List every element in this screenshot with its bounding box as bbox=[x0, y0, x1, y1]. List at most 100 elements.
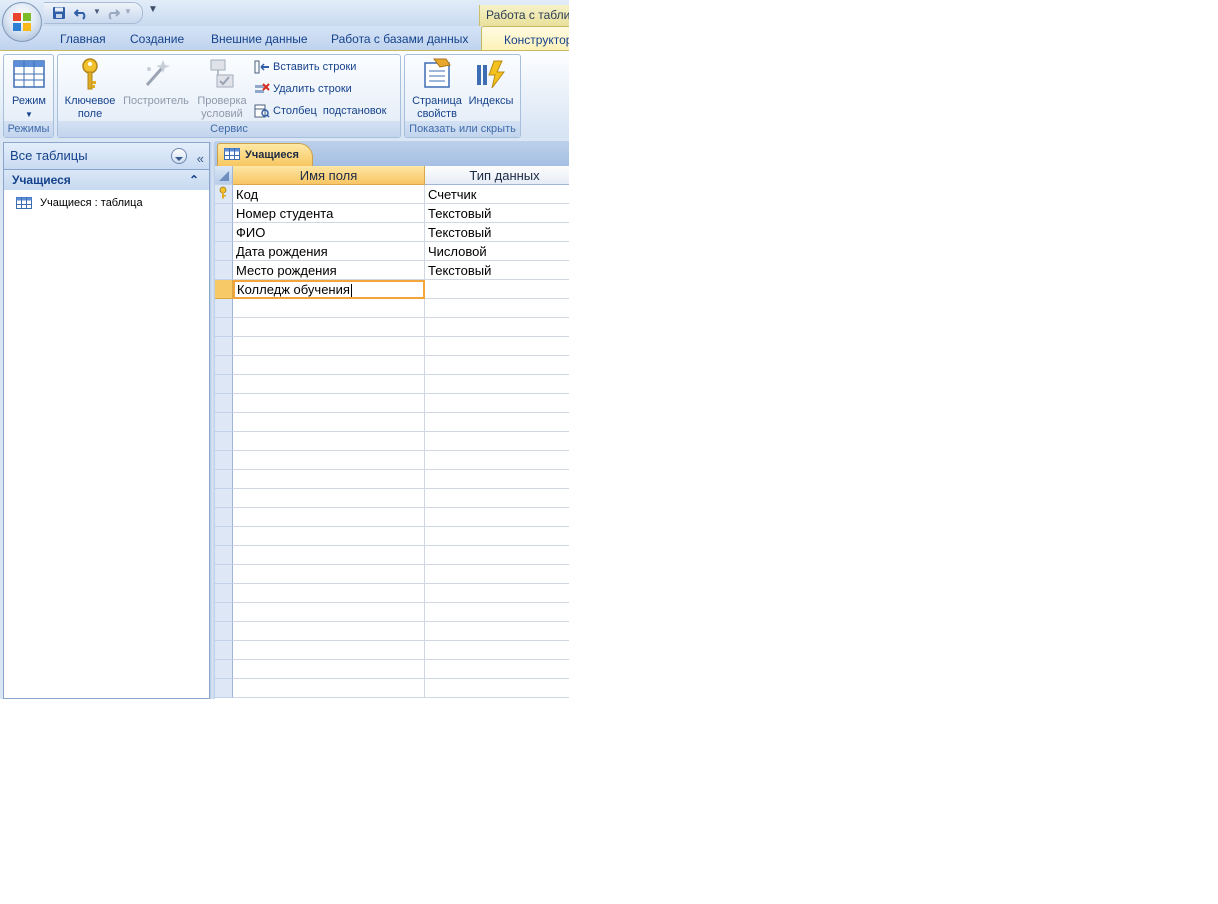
empty-row[interactable] bbox=[215, 394, 569, 413]
data-type-cell[interactable] bbox=[425, 356, 569, 375]
field-name-cell[interactable] bbox=[233, 584, 425, 603]
field-name-cell[interactable] bbox=[233, 565, 425, 584]
data-type-cell[interactable]: Текстовый bbox=[425, 261, 569, 280]
data-type-cell[interactable] bbox=[425, 622, 569, 641]
table-row[interactable]: Место рождения Текстовый bbox=[215, 261, 569, 280]
data-type-cell[interactable] bbox=[425, 470, 569, 489]
row-selector[interactable] bbox=[215, 660, 233, 679]
field-name-cell[interactable] bbox=[233, 679, 425, 698]
data-type-cell[interactable]: Числовой bbox=[425, 242, 569, 261]
data-type-cell[interactable] bbox=[425, 527, 569, 546]
field-name-cell[interactable] bbox=[233, 508, 425, 527]
field-name-cell[interactable] bbox=[233, 641, 425, 660]
empty-row[interactable] bbox=[215, 622, 569, 641]
empty-row[interactable] bbox=[215, 603, 569, 622]
row-selector[interactable] bbox=[215, 641, 233, 660]
data-type-cell[interactable] bbox=[425, 565, 569, 584]
undo-dropdown-icon[interactable]: ▼ bbox=[93, 7, 101, 16]
data-type-cell[interactable] bbox=[425, 641, 569, 660]
empty-row[interactable] bbox=[215, 546, 569, 565]
empty-row[interactable] bbox=[215, 318, 569, 337]
tab-home[interactable]: Главная bbox=[60, 32, 106, 46]
table-row[interactable]: Дата рождения Числовой bbox=[215, 242, 569, 261]
select-all-corner[interactable] bbox=[215, 166, 233, 185]
data-type-cell[interactable] bbox=[425, 280, 569, 299]
data-type-cell[interactable] bbox=[425, 413, 569, 432]
empty-row[interactable] bbox=[215, 641, 569, 660]
field-name-cell[interactable]: Код bbox=[233, 185, 425, 204]
field-name-cell[interactable]: Место рождения bbox=[233, 261, 425, 280]
row-selector[interactable] bbox=[215, 527, 233, 546]
row-selector[interactable] bbox=[215, 394, 233, 413]
field-name-cell[interactable] bbox=[233, 413, 425, 432]
field-name-cell[interactable] bbox=[233, 356, 425, 375]
row-selector[interactable] bbox=[215, 413, 233, 432]
row-selector[interactable] bbox=[215, 356, 233, 375]
empty-row[interactable] bbox=[215, 432, 569, 451]
table-row[interactable]: ФИО Текстовый bbox=[215, 223, 569, 242]
row-selector[interactable] bbox=[215, 470, 233, 489]
field-name-cell[interactable] bbox=[233, 337, 425, 356]
empty-row[interactable] bbox=[215, 413, 569, 432]
collapse-group-icon[interactable]: ⌃ bbox=[189, 170, 199, 190]
nav-pane-dropdown-icon[interactable] bbox=[171, 148, 187, 164]
data-type-cell[interactable] bbox=[425, 375, 569, 394]
empty-row[interactable] bbox=[215, 527, 569, 546]
column-header-field-name[interactable]: Имя поля bbox=[233, 166, 425, 185]
field-name-cell[interactable] bbox=[233, 318, 425, 337]
empty-row[interactable] bbox=[215, 489, 569, 508]
field-name-cell[interactable]: Дата рождения bbox=[233, 242, 425, 261]
empty-row[interactable] bbox=[215, 356, 569, 375]
empty-row[interactable] bbox=[215, 565, 569, 584]
empty-row[interactable] bbox=[215, 660, 569, 679]
field-name-cell[interactable] bbox=[233, 451, 425, 470]
data-type-cell[interactable] bbox=[425, 660, 569, 679]
view-button[interactable]: Режим ▼ bbox=[8, 57, 50, 121]
field-name-cell[interactable] bbox=[233, 489, 425, 508]
data-type-cell[interactable]: Текстовый bbox=[425, 204, 569, 223]
row-selector[interactable] bbox=[215, 622, 233, 641]
field-name-cell[interactable] bbox=[233, 660, 425, 679]
data-type-cell[interactable] bbox=[425, 546, 569, 565]
row-selector[interactable] bbox=[215, 451, 233, 470]
property-sheet-button[interactable]: Страница свойств bbox=[408, 57, 466, 121]
data-type-cell[interactable] bbox=[425, 489, 569, 508]
data-type-cell[interactable] bbox=[425, 394, 569, 413]
field-name-cell[interactable] bbox=[233, 527, 425, 546]
nav-pane-collapse-icon[interactable]: « bbox=[197, 146, 204, 172]
field-name-cell[interactable] bbox=[233, 299, 425, 318]
primary-key-button[interactable]: Ключевое поле bbox=[62, 57, 118, 121]
row-selector[interactable] bbox=[215, 318, 233, 337]
empty-row[interactable] bbox=[215, 679, 569, 698]
lookup-column-button[interactable]: Столбец подстановок bbox=[254, 102, 387, 120]
row-selector[interactable] bbox=[215, 546, 233, 565]
row-selector[interactable] bbox=[215, 261, 233, 280]
row-selector[interactable] bbox=[215, 584, 233, 603]
undo-icon[interactable] bbox=[74, 6, 88, 20]
row-selector[interactable] bbox=[215, 489, 233, 508]
data-type-cell[interactable] bbox=[425, 337, 569, 356]
nav-pane-header[interactable]: Все таблицы « bbox=[4, 143, 209, 170]
customize-toolbar-icon[interactable]: ▼ bbox=[148, 4, 158, 15]
data-type-cell[interactable] bbox=[425, 679, 569, 698]
field-name-cell[interactable]: Номер студента bbox=[233, 204, 425, 223]
data-type-cell[interactable] bbox=[425, 318, 569, 337]
field-name-cell[interactable] bbox=[233, 622, 425, 641]
data-type-cell[interactable]: Счетчик bbox=[425, 185, 569, 204]
table-row[interactable]: Номер студента Текстовый bbox=[215, 204, 569, 223]
document-tab-students[interactable]: Учащиеся bbox=[217, 143, 313, 166]
field-name-cell[interactable] bbox=[233, 375, 425, 394]
row-selector[interactable] bbox=[215, 242, 233, 261]
tab-create[interactable]: Создание bbox=[130, 32, 184, 46]
empty-row[interactable] bbox=[215, 375, 569, 394]
row-selector[interactable] bbox=[215, 565, 233, 584]
empty-row[interactable] bbox=[215, 470, 569, 489]
field-name-cell[interactable] bbox=[233, 546, 425, 565]
nav-item-students-table[interactable]: Учащиеся : таблица bbox=[4, 193, 209, 213]
row-selector[interactable] bbox=[215, 299, 233, 318]
nav-group-header[interactable]: Учащиеся ⌃ bbox=[4, 170, 209, 190]
data-type-cell[interactable]: Текстовый bbox=[425, 223, 569, 242]
tab-design[interactable]: Конструктор bbox=[481, 26, 569, 51]
save-icon[interactable] bbox=[52, 6, 66, 20]
row-selector[interactable] bbox=[215, 603, 233, 622]
